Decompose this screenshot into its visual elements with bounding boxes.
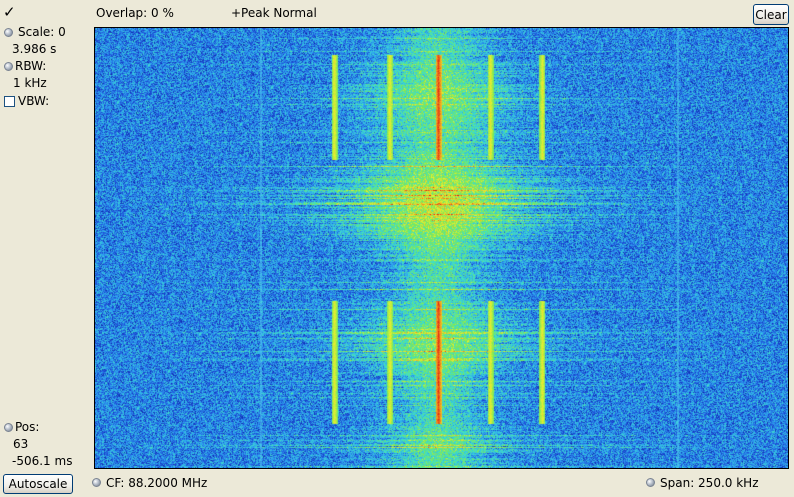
span-radio-icon[interactable] xyxy=(646,478,655,487)
scale-value: 3.986 s xyxy=(12,42,57,56)
rbw-radio-icon[interactable] xyxy=(4,62,13,71)
scale-radio-icon[interactable] xyxy=(4,28,13,37)
waterfall-display[interactable] xyxy=(94,27,789,469)
check-icon[interactable]: ✓ xyxy=(3,3,16,21)
autoscale-button[interactable]: Autoscale xyxy=(3,474,73,494)
cf-radio-icon[interactable] xyxy=(92,478,101,487)
pos-label: Pos: xyxy=(15,420,40,434)
pos-radio-icon[interactable] xyxy=(4,423,13,432)
vbw-checkbox[interactable] xyxy=(4,96,15,107)
scale-label: Scale: 0 xyxy=(18,25,66,39)
rbw-label: RBW: xyxy=(15,59,47,73)
trace-mode-label[interactable]: +Peak Normal xyxy=(231,6,317,20)
center-frequency-label: CF: 88.2000 MHz xyxy=(106,476,208,490)
vbw-label: VBW: xyxy=(18,94,50,108)
clear-button[interactable]: Clear xyxy=(753,4,789,25)
pos-time: -506.1 ms xyxy=(12,454,73,468)
pos-value: 63 xyxy=(13,437,29,451)
overlap-label: Overlap: 0 % xyxy=(96,6,174,20)
waterfall-canvas[interactable] xyxy=(95,28,788,468)
rbw-value: 1 kHz xyxy=(13,76,47,90)
span-label: Span: 250.0 kHz xyxy=(660,476,759,490)
